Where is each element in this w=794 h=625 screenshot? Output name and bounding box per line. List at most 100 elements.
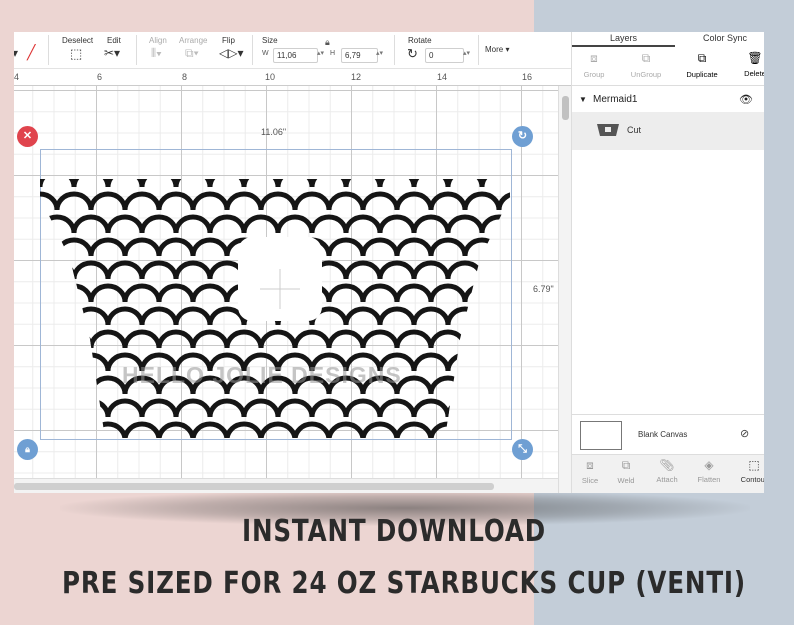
scale-arc [496, 283, 510, 303]
scale-arc [156, 283, 196, 303]
deselect-group[interactable]: Deselect [62, 36, 93, 45]
horizontal-scrollbar[interactable] [14, 478, 558, 493]
divider [394, 35, 395, 65]
scale-arc [71, 398, 111, 418]
scale-arc [241, 214, 281, 234]
scale-arc [105, 179, 145, 188]
ungroup-button[interactable]: ⧉ UnGroup [626, 51, 666, 79]
scale-arc [309, 214, 349, 234]
edit-toolbar: ▾ ╱ Deselect ⬚ Edit ✂▾ Align ⫴▾ Arrange … [14, 32, 571, 69]
scale-arc [377, 306, 417, 326]
scale-arc [326, 283, 366, 303]
eye-hidden-icon[interactable]: ⊘ [740, 427, 749, 440]
delete-button[interactable]: 🗑︎ Delete [740, 51, 764, 78]
flip-label: Flip [222, 36, 235, 45]
rotate-label: Rotate [408, 36, 432, 45]
arrange-icon[interactable]: ⧉▾ [185, 46, 199, 61]
rotate-handle[interactable]: ↻ [512, 126, 533, 147]
edit-group[interactable]: Edit [107, 36, 121, 45]
flip-icon[interactable]: ◁▷▾ [219, 46, 243, 60]
tab-color-sync[interactable]: Color Sync [703, 33, 747, 43]
canvas-swatch[interactable] [580, 421, 622, 450]
flip-group[interactable]: Flip [222, 36, 235, 45]
design-space-window: ▾ ╱ Deselect ⬚ Edit ✂▾ Align ⫴▾ Arrange … [14, 32, 764, 493]
scale-arc [496, 329, 510, 349]
tab-layers[interactable]: Layers [610, 33, 637, 43]
flatten-button[interactable]: ◈ Flatten [694, 458, 724, 484]
mermaid-scale-design[interactable] [40, 149, 510, 438]
scale-arc [190, 329, 230, 349]
layer-item-row[interactable]: Cut [572, 112, 764, 150]
lock-handle[interactable]: 🔒︎ [17, 439, 38, 460]
paperclip-icon: 📎︎ [659, 458, 675, 472]
scale-arc [88, 375, 128, 395]
scale-arc [88, 191, 128, 211]
chevron-down-icon[interactable]: ▾ [14, 46, 18, 60]
ruler-number: 12 [351, 72, 362, 82]
canvas-area[interactable]: 4 6 8 10 12 14 16 HELLO JOLIE DESIGNS 11… [14, 69, 572, 493]
vertical-scrollbar[interactable] [558, 86, 572, 493]
edit-scissors-icon[interactable]: ✂▾ [104, 46, 120, 60]
scale-arc [394, 375, 434, 395]
attach-button[interactable]: 📎︎ Attach [652, 458, 682, 484]
scale-arc [360, 283, 400, 303]
deselect-label: Deselect [62, 36, 94, 45]
scale-arc [40, 398, 77, 418]
rotate-icon[interactable]: ↻ [407, 46, 418, 62]
scale-arc [173, 260, 213, 280]
align-group[interactable]: Align [149, 36, 167, 45]
delete-label: Delete [744, 69, 764, 78]
scale-arc [496, 237, 510, 257]
caret-down-icon[interactable]: ▼ [579, 95, 587, 104]
group-icon: ⧈ [590, 51, 598, 65]
scale-arc [411, 398, 451, 418]
duplicate-button[interactable]: ⧉ Duplicate [682, 51, 722, 79]
group-button[interactable]: ⧈ Group [581, 51, 607, 79]
rotate-field[interactable]: 0 [425, 48, 464, 63]
stepper-icon[interactable]: ▴▾ [463, 49, 470, 57]
align-icon[interactable]: ⫴▾ [151, 46, 162, 61]
scale-arc [54, 375, 94, 395]
blank-canvas-row[interactable]: Blank Canvas ⊘ [572, 414, 764, 455]
scale-arc [462, 237, 502, 257]
scroll-thumb[interactable] [562, 96, 569, 120]
scale-arc [394, 283, 434, 303]
scale-arc [462, 283, 502, 303]
trash-icon: 🗑︎ [747, 51, 763, 65]
attach-label: Attach [656, 475, 678, 484]
scale-arc [40, 375, 60, 395]
path-actions: ⧈ Slice ⧉ Weld 📎︎ Attach ◈ Flatten ⬚ Contour [572, 454, 764, 493]
scale-arc [258, 329, 298, 349]
lock-icon[interactable]: 🔒︎ [325, 37, 330, 48]
width-field[interactable]: 11,06 [273, 48, 318, 63]
scale-arc [88, 329, 128, 349]
chevron-down-icon: ▾ [503, 45, 510, 54]
resize-arrows-icon: ⤡ [518, 443, 527, 455]
weld-button[interactable]: ⧉ Weld [614, 458, 638, 485]
slice-button[interactable]: ⧈ Slice [578, 458, 602, 485]
contour-button[interactable]: ⬚ Contour [737, 458, 764, 484]
scale-arc [88, 421, 128, 438]
scale-arc [343, 179, 383, 188]
size-group: Size [262, 36, 278, 45]
scale-arc [309, 179, 349, 188]
delete-handle[interactable]: ✕ [17, 126, 38, 147]
scale-arc [88, 237, 128, 257]
stepper-icon[interactable]: ▴▾ [376, 49, 383, 57]
slice-icon: ⧈ [586, 458, 594, 472]
scale-arc [173, 214, 213, 234]
more-button[interactable]: More ▾ [485, 45, 509, 54]
deselect-icon[interactable]: ⬚ [70, 46, 82, 62]
arrange-group[interactable]: Arrange [179, 36, 207, 45]
height-field[interactable]: 6,79 [341, 48, 378, 63]
eye-icon[interactable]: 👁︎ [739, 93, 753, 106]
scroll-thumb[interactable] [14, 483, 494, 490]
resize-handle[interactable]: ⤡ [512, 439, 533, 460]
width-dimension-label: 11.06" [261, 127, 287, 137]
more-label: More [485, 45, 504, 54]
height-label: H [330, 50, 336, 57]
layer-group-row[interactable]: ▼ Mermaid1 👁︎ [572, 91, 764, 111]
linetype-pen-icon[interactable]: ╱ [27, 44, 35, 61]
stepper-icon[interactable]: ▴▾ [317, 49, 324, 57]
scale-arc [275, 398, 315, 418]
